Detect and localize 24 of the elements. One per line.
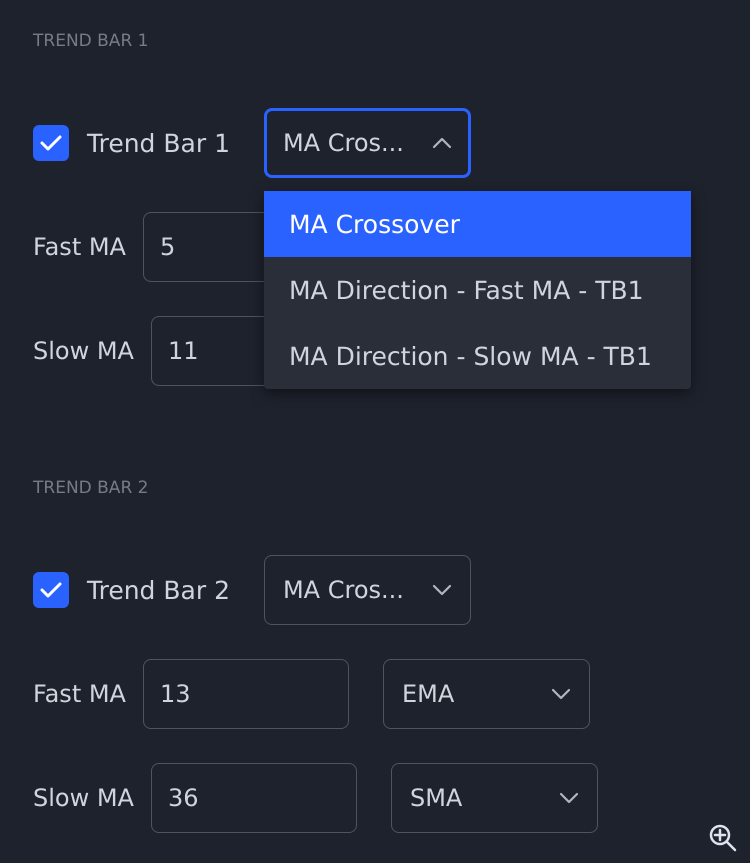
section-heading: TREND BAR 2 (33, 478, 150, 498)
section-heading: TREND BAR 1 (33, 31, 150, 51)
checkbox-label: Trend Bar 2 (87, 576, 230, 604)
chevron-icon (558, 792, 579, 804)
checkbox-label: Trend Bar 1 (87, 128, 230, 158)
chevron-icon (432, 137, 452, 149)
field-label: Slow MA (33, 784, 134, 812)
ma-type-dropdown[interactable]: SMA (390, 763, 598, 833)
field-label: Slow MA (33, 337, 134, 365)
check-icon (40, 581, 62, 599)
chevron-icon (550, 688, 571, 700)
mode-dropdown[interactable]: MA Cros... (264, 108, 471, 178)
field-label: Fast MA (33, 233, 126, 261)
ma-type-dropdown[interactable]: EMA (382, 659, 590, 729)
checkbox[interactable] (33, 572, 69, 608)
chevron-icon (432, 584, 452, 596)
number-field[interactable]: 36 (150, 763, 357, 833)
dropdown-option[interactable]: MA Crossover (264, 191, 691, 257)
number-field[interactable]: 13 (142, 659, 349, 729)
zoom-in-icon[interactable] (708, 823, 738, 853)
checkbox[interactable] (33, 125, 69, 161)
mode-dropdown[interactable]: MA Cros... (264, 555, 471, 625)
field-label: Fast MA (33, 680, 126, 708)
check-icon (40, 134, 62, 152)
